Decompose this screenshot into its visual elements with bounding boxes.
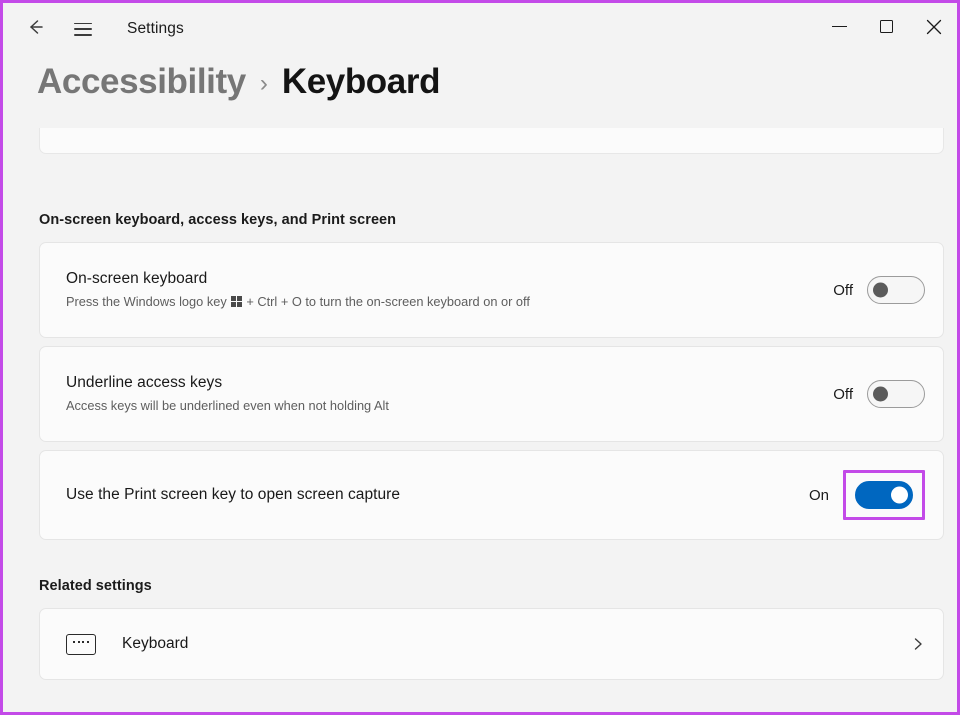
toggle-group: On xyxy=(809,470,925,520)
setting-description-prefix: Access keys will be underlined even when… xyxy=(66,397,389,413)
related-setting-label: Keyboard xyxy=(122,635,189,652)
on-screen-keyboard-toggle[interactable] xyxy=(867,276,925,304)
back-arrow-icon xyxy=(24,16,46,43)
scrolled-partial-card[interactable] xyxy=(39,128,944,154)
settings-window: Settings Accessibility › Keyboard On-scr… xyxy=(0,0,960,715)
close-button[interactable] xyxy=(910,3,957,50)
highlight-annotation-box xyxy=(843,470,925,520)
keyboard-icon-keys xyxy=(72,640,90,643)
back-button[interactable] xyxy=(13,11,57,47)
section-heading-keyboard: On-screen keyboard, access keys, and Pri… xyxy=(39,212,397,228)
breadcrumb-parent-link[interactable]: Accessibility xyxy=(37,62,246,102)
hamburger-menu-icon xyxy=(74,22,92,36)
breadcrumb: Accessibility › Keyboard xyxy=(37,62,441,102)
setting-title: Use the Print screen key to open screen … xyxy=(66,485,401,503)
setting-text-group: Underline access keys Access keys will b… xyxy=(66,373,833,415)
setting-description: Press the Windows logo key + Ctrl + O to… xyxy=(66,292,833,311)
minimize-button[interactable] xyxy=(816,3,863,50)
setting-description-prefix: Press the Windows logo key xyxy=(66,293,227,309)
page-title: Keyboard xyxy=(281,62,441,101)
toggle-knob xyxy=(873,386,888,402)
setting-title: On-screen keyboard xyxy=(66,269,208,287)
related-setting-keyboard[interactable]: Keyboard xyxy=(39,608,944,680)
toggle-knob xyxy=(891,486,908,504)
app-title: Settings xyxy=(127,20,184,37)
setting-row-print-screen[interactable]: Use the Print screen key to open screen … xyxy=(39,450,944,540)
windows-logo-key-icon xyxy=(230,295,243,308)
toggle-state-label: On xyxy=(808,486,829,504)
setting-text-group: On-screen keyboard Press the Windows log… xyxy=(66,269,833,311)
chevron-right-icon xyxy=(911,637,925,651)
settings-content: On-screen keyboard, access keys, and Pri… xyxy=(3,128,957,712)
maximize-icon xyxy=(880,20,893,33)
setting-row-on-screen-keyboard[interactable]: On-screen keyboard Press the Windows log… xyxy=(39,242,944,338)
underline-access-keys-toggle[interactable] xyxy=(867,380,925,408)
title-bar: Settings xyxy=(3,3,957,55)
print-screen-capture-toggle[interactable] xyxy=(855,481,913,509)
setting-description: Access keys will be underlined even when… xyxy=(66,396,833,415)
toggle-state-label: Off xyxy=(833,281,853,299)
title-bar-left: Settings xyxy=(3,3,184,55)
keyboard-icon xyxy=(66,633,96,655)
setting-description-suffix: + Ctrl + O to turn the on-screen keyboar… xyxy=(246,293,530,309)
minimize-icon xyxy=(832,25,847,28)
toggle-group: Off xyxy=(833,276,925,304)
section-heading-related-settings: Related settings xyxy=(39,578,152,594)
toggle-knob xyxy=(873,282,888,298)
setting-text-group: Use the Print screen key to open screen … xyxy=(66,485,809,506)
close-icon xyxy=(926,19,942,35)
setting-row-underline-access-keys[interactable]: Underline access keys Access keys will b… xyxy=(39,346,944,442)
toggle-state-label: Off xyxy=(833,385,853,403)
setting-title: Underline access keys xyxy=(66,373,223,391)
breadcrumb-separator-icon: › xyxy=(259,70,268,97)
window-controls xyxy=(816,3,957,55)
toggle-group: Off xyxy=(833,380,925,408)
hamburger-menu-button[interactable] xyxy=(61,11,105,47)
maximize-button[interactable] xyxy=(863,3,910,50)
